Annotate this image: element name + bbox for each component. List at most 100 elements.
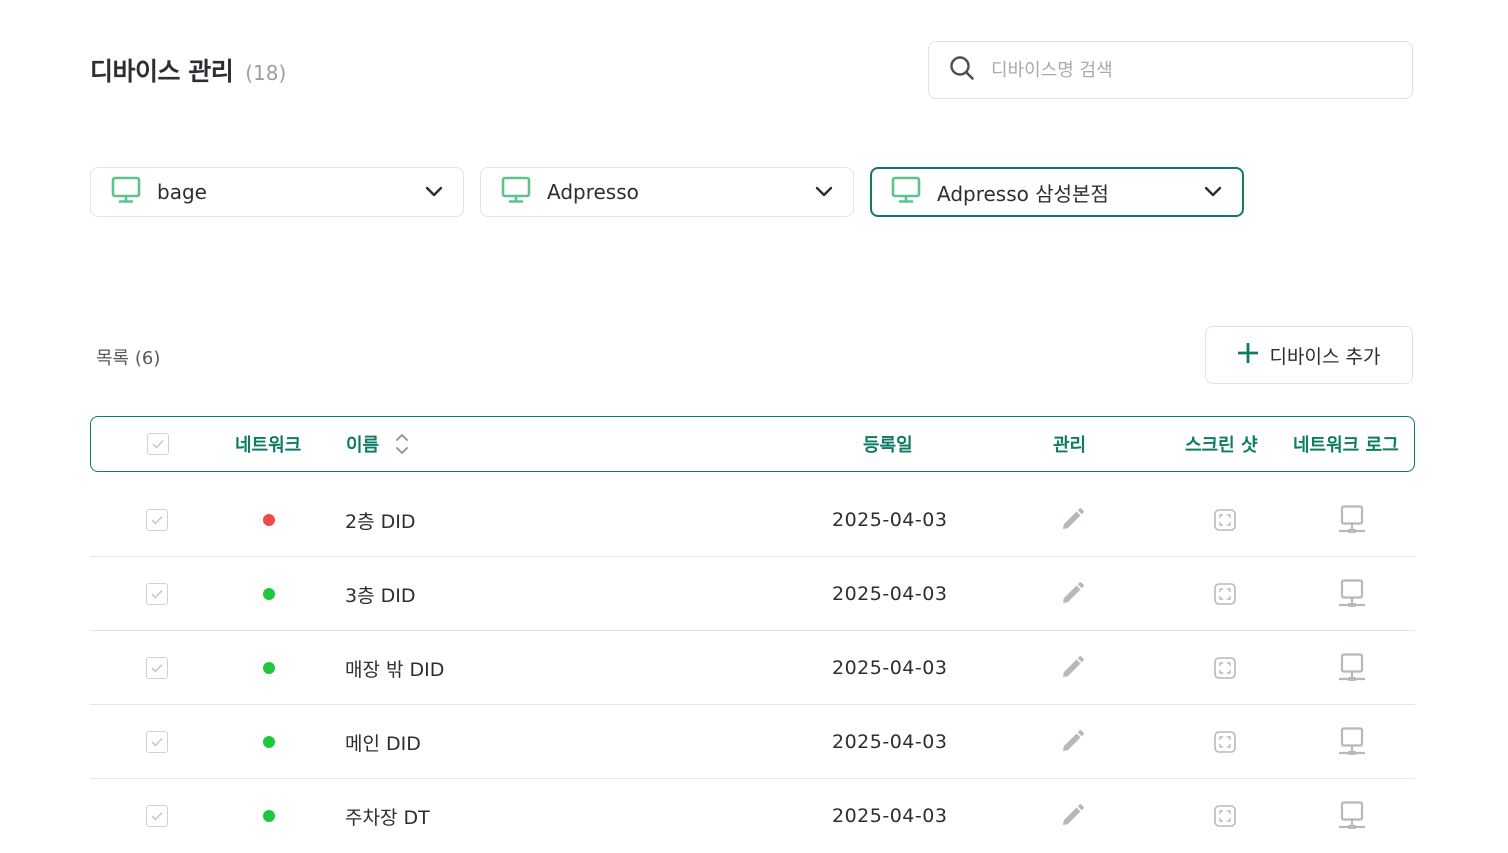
- network-status-cell: [263, 483, 275, 557]
- computer-icon[interactable]: [1338, 801, 1366, 831]
- screenshot-icon[interactable]: [1214, 657, 1236, 679]
- table-header: 네트워크 이름 등록일 관리 스크린 샷 네트워크 로그: [90, 416, 1415, 472]
- manage-cell: [1059, 483, 1085, 557]
- table-row: 매장 밖 DID 2025-04-03: [90, 631, 1415, 705]
- device-total-count: (18): [245, 61, 287, 85]
- chevron-down-icon: [1204, 183, 1222, 202]
- page-title: 디바이스 관리 (18): [90, 52, 286, 88]
- table-row: 메인 DID 2025-04-03: [90, 705, 1415, 779]
- manage-cell: [1059, 631, 1085, 705]
- select-all-cell: [147, 417, 169, 470]
- registered-date: 2025-04-03: [832, 805, 948, 827]
- registered-date-cell: 2025-04-03: [832, 705, 947, 779]
- registered-date-cell: 2025-04-03: [832, 483, 947, 557]
- row-checkbox[interactable]: [146, 731, 168, 753]
- network-status-dot: [263, 514, 275, 526]
- network-status-cell: [263, 631, 275, 705]
- network-status-cell: [263, 705, 275, 779]
- table-row: 주차장 DT 2025-04-03: [90, 779, 1415, 853]
- pencil-icon[interactable]: [1059, 581, 1085, 607]
- pencil-icon[interactable]: [1059, 507, 1085, 533]
- column-name-label: 이름: [346, 434, 380, 456]
- computer-icon[interactable]: [1338, 653, 1366, 683]
- column-name[interactable]: 이름: [346, 417, 409, 470]
- row-select-cell: [146, 631, 168, 705]
- pencil-icon[interactable]: [1059, 729, 1085, 755]
- network-status-cell: [263, 779, 275, 853]
- pencil-icon[interactable]: [1059, 655, 1085, 681]
- plus-icon: [1237, 342, 1258, 367]
- network-status-cell: [263, 557, 275, 631]
- network-log-cell: [1338, 483, 1366, 557]
- filter-select-2[interactable]: Adpresso: [480, 167, 854, 217]
- device-name: 매장 밖 DID: [345, 658, 445, 681]
- column-screenshot: 스크린 샷: [1185, 434, 1258, 456]
- network-log-cell: [1338, 779, 1366, 853]
- row-select-cell: [146, 779, 168, 853]
- row-select-cell: [146, 557, 168, 631]
- network-status-dot: [263, 588, 275, 600]
- row-checkbox[interactable]: [146, 509, 168, 531]
- filter-select-1[interactable]: bage: [90, 167, 464, 217]
- network-status-dot: [263, 736, 275, 748]
- table-row: 3층 DID 2025-04-03: [90, 557, 1415, 631]
- device-name: 메인 DID: [345, 732, 421, 755]
- column-manage: 관리: [1053, 434, 1087, 456]
- device-name: 2층 DID: [345, 510, 416, 533]
- registered-date-cell: 2025-04-03: [832, 779, 947, 853]
- manage-cell: [1059, 779, 1085, 853]
- row-checkbox[interactable]: [146, 583, 168, 605]
- computer-icon[interactable]: [1338, 579, 1366, 609]
- screenshot-cell: [1214, 705, 1236, 779]
- monitor-icon: [891, 176, 921, 208]
- device-name-cell: 매장 밖 DID: [345, 631, 444, 705]
- network-log-cell: [1338, 705, 1366, 779]
- row-select-cell: [146, 705, 168, 779]
- monitor-icon: [111, 176, 141, 208]
- filter-select-label: Adpresso: [547, 180, 639, 204]
- registered-date: 2025-04-03: [832, 509, 948, 531]
- device-name-cell: 메인 DID: [345, 705, 421, 779]
- page-title-text: 디바이스 관리: [90, 57, 234, 86]
- device-name-cell: 주차장 DT: [345, 779, 430, 853]
- row-checkbox[interactable]: [146, 657, 168, 679]
- screenshot-icon[interactable]: [1214, 509, 1236, 531]
- network-status-dot: [263, 810, 275, 822]
- search-input[interactable]: [989, 58, 1373, 82]
- screenshot-icon[interactable]: [1214, 583, 1236, 605]
- screenshot-cell: [1214, 557, 1236, 631]
- device-name-cell: 2층 DID: [345, 483, 415, 557]
- network-status-dot: [263, 662, 275, 674]
- column-network: 네트워크: [235, 434, 302, 456]
- row-checkbox[interactable]: [146, 805, 168, 827]
- registered-date: 2025-04-03: [832, 731, 948, 753]
- select-all-checkbox[interactable]: [147, 432, 169, 455]
- chevron-down-icon: [425, 183, 443, 202]
- sort-icon[interactable]: [395, 432, 409, 456]
- screenshot-icon[interactable]: [1214, 805, 1236, 827]
- pencil-icon[interactable]: [1059, 803, 1085, 829]
- filter-select-3[interactable]: Adpresso 삼성본점: [870, 167, 1244, 217]
- list-count: 목록 (6): [96, 348, 161, 369]
- screenshot-cell: [1214, 483, 1236, 557]
- computer-icon[interactable]: [1338, 727, 1366, 757]
- search-box[interactable]: [928, 41, 1413, 99]
- screenshot-icon[interactable]: [1214, 731, 1236, 753]
- column-registered: 등록일: [863, 434, 913, 456]
- registered-date: 2025-04-03: [832, 657, 948, 679]
- filter-select-label: Adpresso 삼성본점: [937, 181, 1109, 206]
- chevron-down-icon: [815, 183, 833, 202]
- registered-date-cell: 2025-04-03: [832, 557, 947, 631]
- add-device-label: 디바이스 추가: [1269, 345, 1381, 368]
- screenshot-cell: [1214, 631, 1236, 705]
- search-icon: [949, 55, 975, 85]
- device-name-cell: 3층 DID: [345, 557, 415, 631]
- device-name: 주차장 DT: [345, 806, 430, 829]
- table-row: 2층 DID 2025-04-03: [90, 483, 1415, 557]
- computer-icon[interactable]: [1338, 505, 1366, 535]
- screenshot-cell: [1214, 779, 1236, 853]
- network-log-cell: [1338, 631, 1366, 705]
- filter-select-label: bage: [157, 180, 207, 204]
- add-device-button[interactable]: 디바이스 추가: [1205, 326, 1413, 384]
- monitor-icon: [501, 176, 531, 208]
